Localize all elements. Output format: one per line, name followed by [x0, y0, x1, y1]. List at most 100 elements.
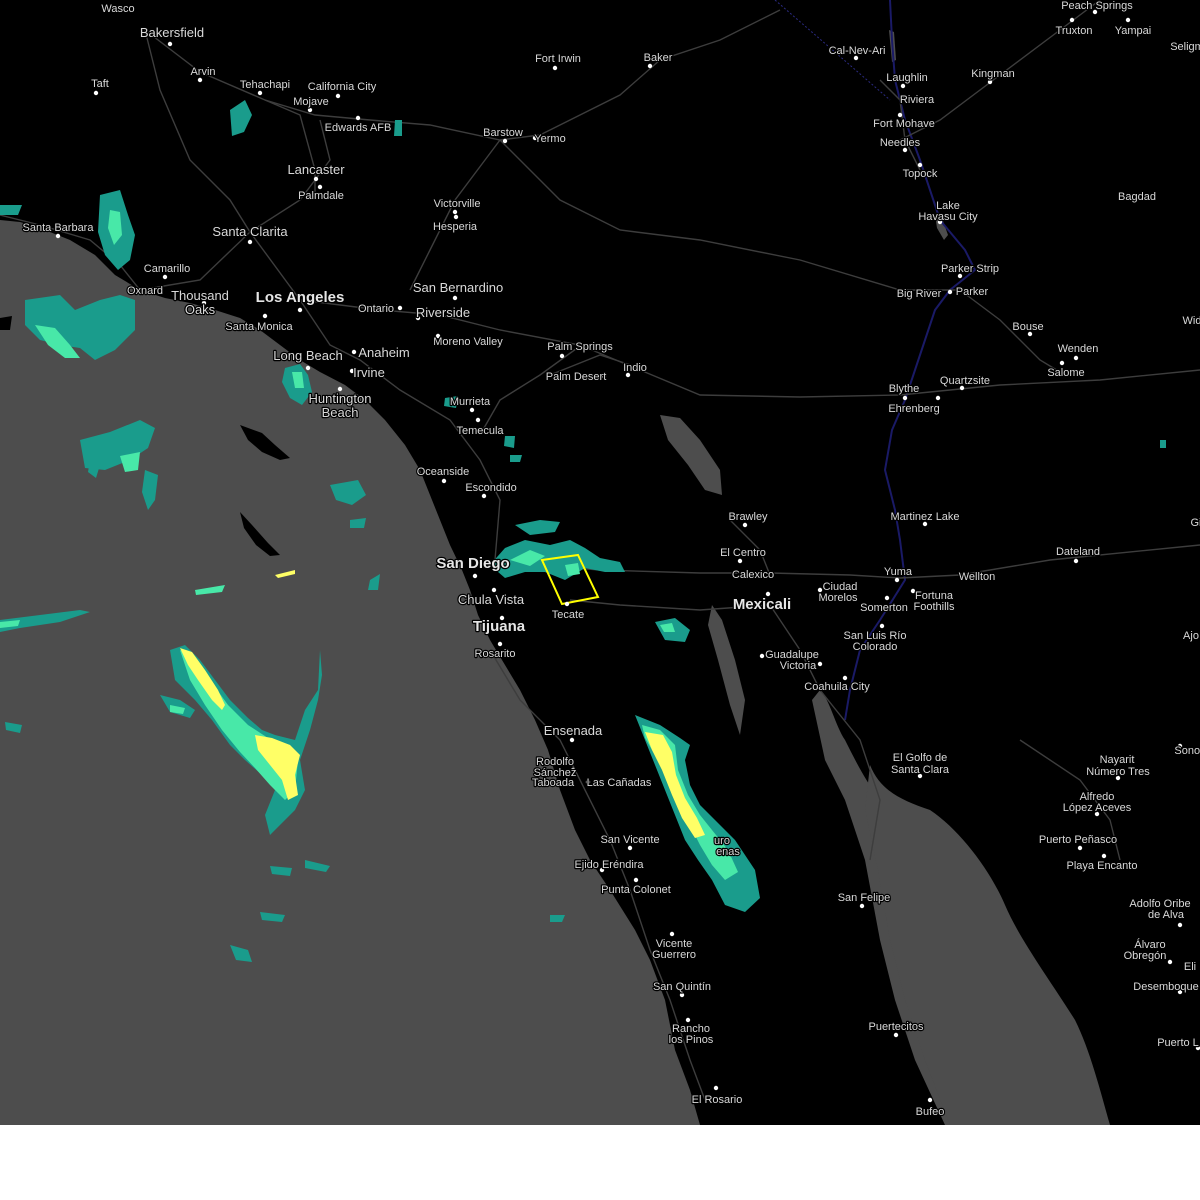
city-dot — [633, 877, 639, 883]
city-dot — [1125, 17, 1131, 23]
place-label: Irvine — [353, 365, 385, 380]
place-label: Colorado — [853, 641, 898, 653]
city-dot — [452, 295, 458, 301]
place-label: Laughlin — [886, 72, 928, 84]
place-label: Hesperia — [433, 221, 478, 233]
city-dot — [441, 478, 447, 484]
place-label: Somerton — [860, 602, 908, 614]
place-label: Palmdale — [298, 190, 344, 202]
place-label: Blythe — [889, 383, 920, 395]
city-dot — [737, 558, 743, 564]
place-label: Tecate — [552, 609, 584, 621]
city-dot — [627, 845, 633, 851]
city-dot — [884, 595, 890, 601]
city-dot — [742, 522, 748, 528]
place-label: Bufeo — [916, 1106, 945, 1118]
place-label: Barstow — [483, 127, 523, 139]
place-label: Kingman — [971, 68, 1014, 80]
place-label: Wasco — [101, 3, 134, 15]
place-label: Wid — [1183, 315, 1200, 327]
place-label: Needles — [880, 137, 921, 149]
place-label: Edwards AFB — [325, 122, 392, 134]
radar-map[interactable]: Wasco Bakersfield Arvin Taft Tehachapi Califo… — [0, 0, 1200, 1125]
city-dot — [893, 1032, 899, 1038]
place-label: Oxnard — [127, 285, 163, 297]
place-label: Morelos — [818, 592, 858, 604]
place-label: los Pinos — [669, 1034, 714, 1046]
place-label: Calexico — [732, 569, 774, 581]
place-label: Punta Colonet — [601, 884, 671, 896]
place-label: Oaks — [185, 302, 216, 317]
city-dot — [1177, 922, 1183, 928]
place-label: Dateland — [1056, 546, 1100, 558]
city-dot — [472, 573, 478, 579]
place-label: Victoria — [780, 660, 817, 672]
place-label: López Aceves — [1063, 802, 1132, 814]
city-dot — [879, 623, 885, 629]
place-label: Yampai — [1115, 25, 1151, 37]
place-label: Puerto Peñasco — [1039, 834, 1117, 846]
place-label: San Bernardino — [413, 280, 503, 295]
place-label: San Diego — [436, 555, 509, 572]
place-label: Los Angeles — [256, 289, 345, 306]
place-label: Indio — [623, 362, 647, 374]
city-dot — [817, 661, 823, 667]
place-label: San Vicente — [600, 834, 659, 846]
city-dot — [502, 138, 508, 144]
place-label: El Golfo de — [893, 752, 947, 764]
place-label: San Felipe — [838, 892, 891, 904]
city-dot — [647, 63, 653, 69]
place-label: Escondido — [465, 482, 516, 494]
place-label: Wellton — [959, 571, 995, 583]
place-label: Guerrero — [652, 949, 696, 961]
place-label: Salome — [1047, 367, 1084, 379]
city-dot — [917, 162, 923, 168]
city-dot — [55, 233, 61, 239]
city-dot — [93, 90, 99, 96]
place-label: Big River — [897, 288, 942, 300]
place-label: California City — [308, 81, 377, 93]
place-label: Foothills — [914, 601, 955, 613]
city-dot — [262, 313, 268, 319]
city-dot — [297, 307, 303, 313]
place-label: Cal-Nev-Ari — [829, 45, 886, 57]
city-dot — [679, 992, 685, 998]
place-label: Anaheim — [358, 345, 409, 360]
city-dot — [935, 395, 941, 401]
place-label: Taboada — [532, 777, 575, 789]
city-dot — [669, 931, 675, 937]
city-dot — [307, 107, 313, 113]
place-label: Victorville — [434, 198, 481, 210]
place-label: Martinez Lake — [890, 511, 959, 523]
anacapa-island — [0, 316, 12, 330]
place-label: Coahuila City — [804, 681, 870, 693]
city-dot — [257, 90, 263, 96]
place-label: Peach Springs — [1061, 0, 1133, 12]
place-label: Las Cañadas — [587, 777, 652, 789]
place-label: Arvin — [190, 66, 215, 78]
place-label: Puerto L — [1157, 1037, 1199, 1049]
place-label: Baker — [644, 52, 673, 64]
place-label: Número Tres — [1086, 766, 1150, 778]
place-label: de Alva — [1148, 909, 1185, 921]
place-label: Santa Barbara — [23, 222, 95, 234]
city-dot — [897, 112, 903, 118]
place-label: Parker Strip — [941, 263, 999, 275]
city-dot — [927, 1097, 933, 1103]
place-label: Quartzsite — [940, 375, 990, 387]
place-label: Ejido Eréndira — [574, 859, 644, 871]
city-dot — [497, 641, 503, 647]
place-label: San Quintín — [653, 981, 711, 993]
city-dot — [317, 184, 323, 190]
place-label: Palm Desert — [546, 371, 607, 383]
city-dot — [900, 83, 906, 89]
place-label: Topock — [903, 168, 938, 180]
place-label: Tehachapi — [240, 79, 290, 91]
city-dot — [859, 903, 865, 909]
place-label: Ehrenberg — [888, 403, 939, 415]
city-dot — [713, 1085, 719, 1091]
place-label: Nayarit — [1100, 754, 1135, 766]
city-dot — [247, 239, 253, 245]
place-label: Puertecitos — [868, 1021, 924, 1033]
city-dot — [351, 349, 357, 355]
